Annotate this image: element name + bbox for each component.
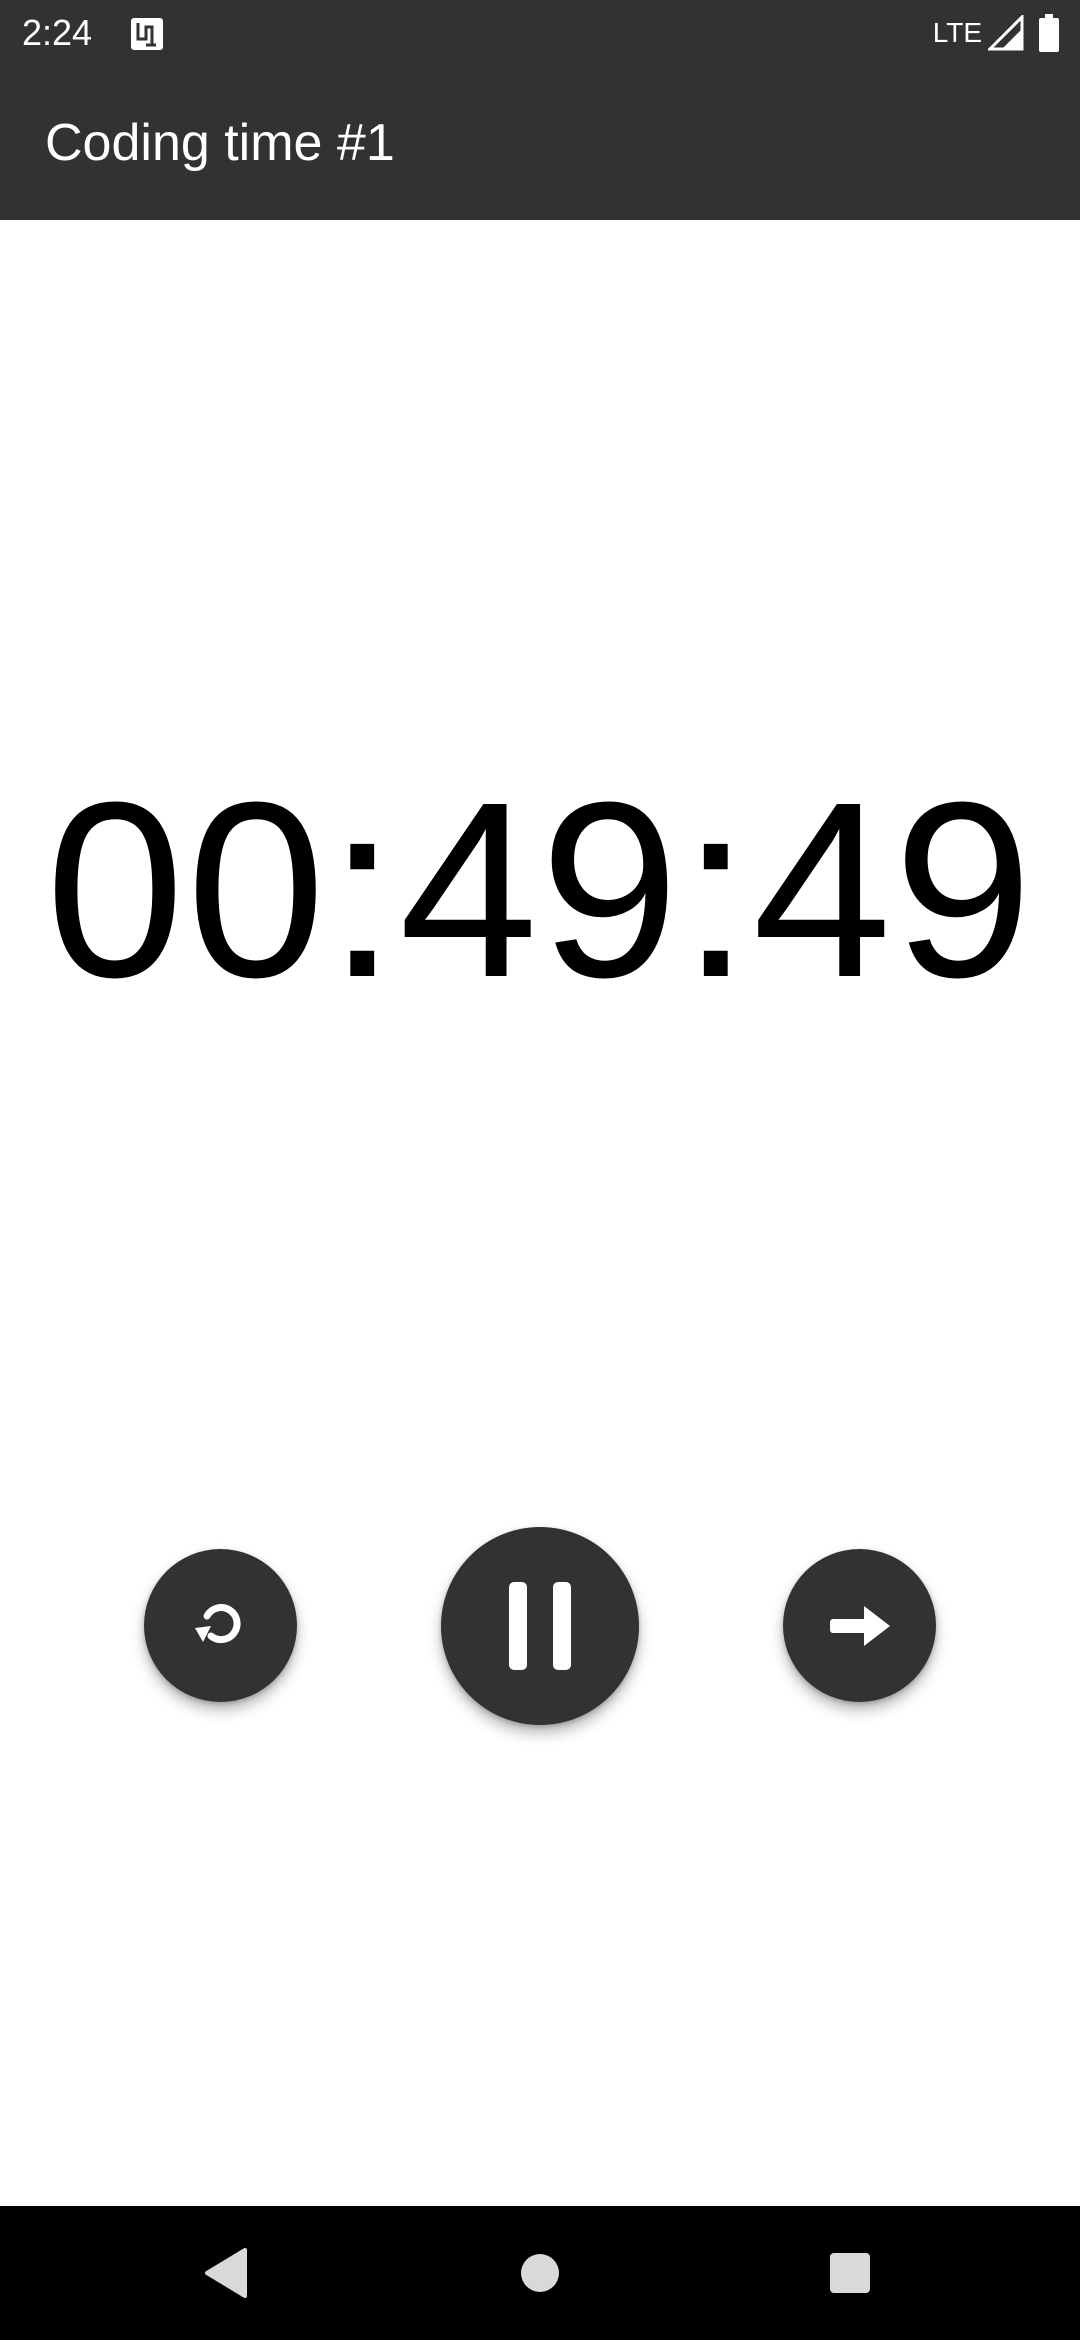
recents-icon [830,2253,870,2293]
app-bar: Coding time #1 [0,66,1080,220]
status-right-group: LTE [933,12,1060,54]
back-icon [205,2248,247,2298]
network-type-label: LTE [932,17,982,48]
reset-button[interactable] [144,1549,297,1702]
pause-icon [509,1582,571,1670]
arrow-right-icon [829,1605,890,1646]
reset-icon [194,1603,241,1643]
pause-button[interactable] [441,1527,639,1725]
nav-recents-button[interactable] [810,2233,890,2313]
nav-home-button[interactable] [500,2233,580,2313]
signal-icon [988,15,1024,51]
status-bar: 2:24 LTE [0,0,1080,66]
timer-display: 00:49:49 [45,750,1035,1029]
home-icon [521,2254,559,2292]
next-button[interactable] [783,1549,936,1702]
nav-back-button[interactable] [186,2233,266,2313]
navigation-bar [0,2206,1080,2340]
status-time: 2:24 [22,12,93,53]
screen: 2:24 LTE Coding time #1 00:49:49 [0,0,1080,2340]
notification-app-icon [131,18,163,50]
app-title: Coding time #1 [45,114,395,172]
battery-icon [1039,14,1059,52]
